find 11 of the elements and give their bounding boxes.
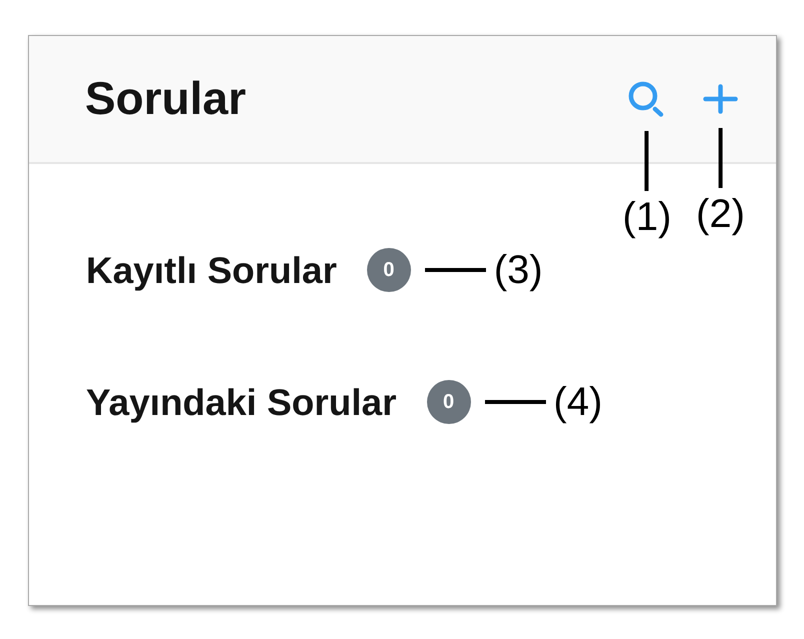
callout-number: (3) — [494, 250, 543, 290]
list-item-label[interactable]: Yayındaki Sorular — [86, 384, 397, 420]
callout-number: (4) — [554, 382, 602, 422]
panel-title: Sorular — [85, 75, 246, 123]
add-icon — [703, 84, 738, 114]
add-button[interactable] — [703, 84, 738, 114]
callout-number: (2) — [696, 194, 745, 234]
count-badge: 0 — [426, 380, 471, 424]
callout-number: (1) — [622, 197, 672, 237]
count-badge: 0 — [366, 248, 411, 292]
list-item-label[interactable]: Kayıtlı Sorular — [86, 252, 337, 288]
